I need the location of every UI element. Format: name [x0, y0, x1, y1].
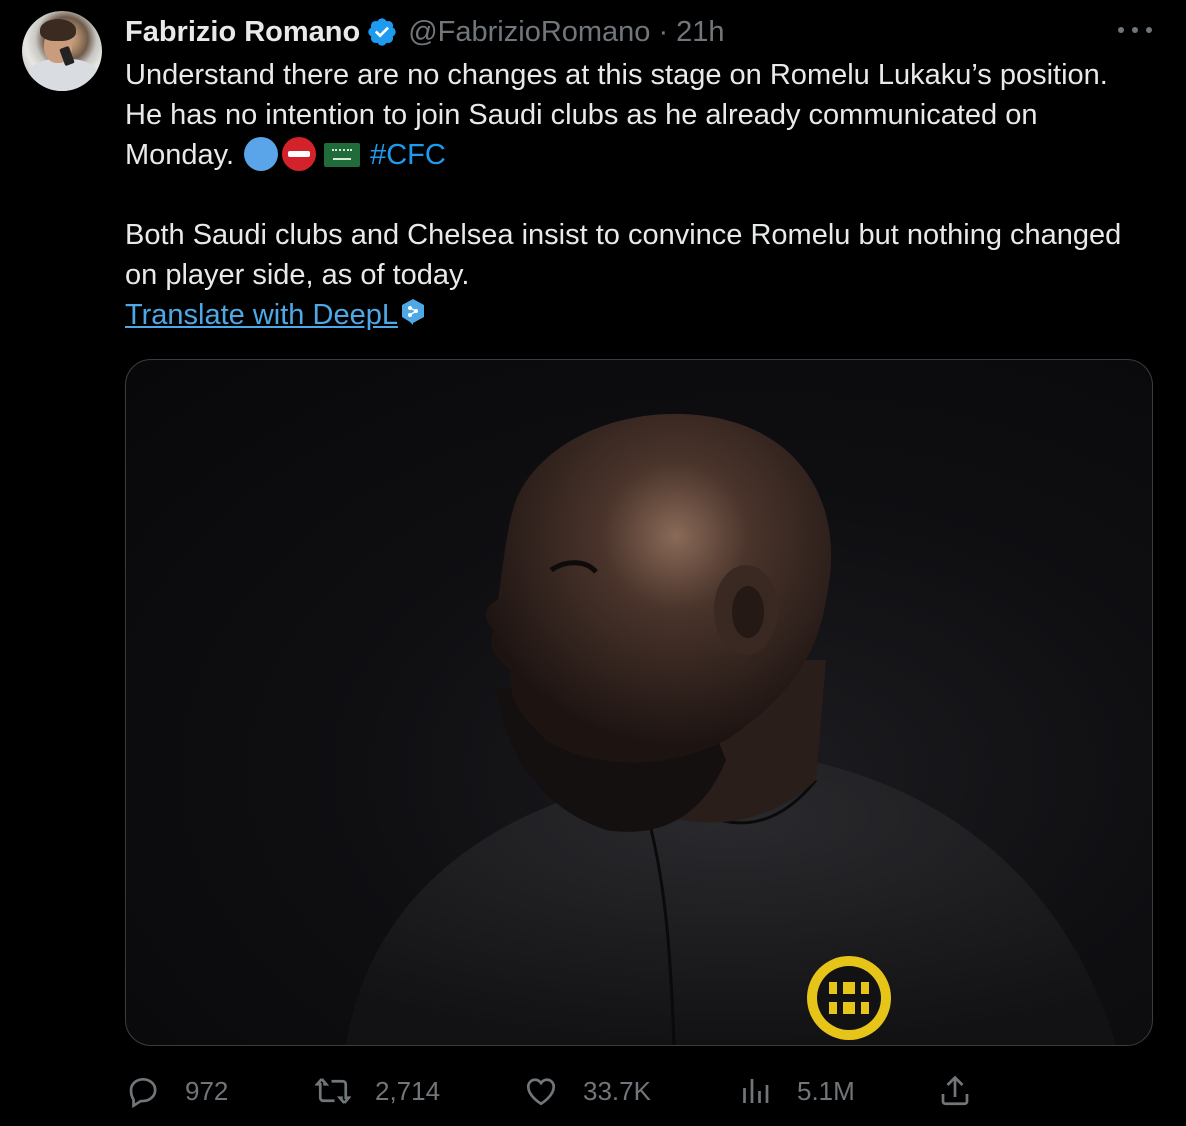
views-count: 5.1M	[797, 1075, 855, 1106]
reply-count: 972	[185, 1075, 229, 1106]
blue-circle-emoji-icon	[244, 137, 279, 171]
avatar[interactable]	[22, 11, 102, 91]
translate-link[interactable]: Translate with DeepL	[125, 299, 398, 331]
tweet-paragraph-2: Both Saudi clubs and Chelsea insist to c…	[125, 219, 1122, 291]
translate-row: Translate with DeepL	[125, 295, 1125, 335]
author-name[interactable]: Fabrizio Romano	[125, 16, 360, 49]
deepl-icon[interactable]	[400, 297, 426, 325]
share-icon	[941, 1075, 969, 1106]
views-icon	[743, 1079, 769, 1103]
tweet-paragraph-1: Understand there are no changes at this …	[125, 55, 1125, 175]
no-entry-emoji-icon	[282, 137, 317, 171]
reply-icon	[129, 1077, 157, 1109]
tweet-media-image[interactable]	[125, 359, 1153, 1046]
tweet: Fabrizio Romano @FabrizioRomano · 21h Un…	[0, 0, 1186, 1126]
tweet-header: Fabrizio Romano @FabrizioRomano · 21h	[125, 14, 725, 50]
separator-dot: ·	[658, 15, 669, 48]
saudi-flag-emoji-icon	[324, 143, 361, 167]
verified-badge-icon	[366, 16, 398, 48]
timestamp[interactable]: 21h	[676, 16, 724, 49]
author-handle[interactable]: @FabrizioRomano	[408, 16, 650, 49]
reply-button[interactable]: 972	[125, 1068, 228, 1114]
like-button[interactable]: 33.7K	[523, 1068, 651, 1114]
views-button[interactable]: 5.1M	[737, 1068, 855, 1114]
like-icon	[526, 1078, 556, 1106]
like-count: 33.7K	[583, 1075, 651, 1106]
tweet-actions: 972 2,714 33.7K 5.1M	[125, 1068, 985, 1114]
more-icon[interactable]	[1118, 22, 1152, 38]
retweet-icon	[315, 1078, 351, 1104]
tweet-text: Understand there are no changes at this …	[125, 55, 1125, 335]
retweet-count: 2,714	[375, 1075, 441, 1106]
retweet-button[interactable]: 2,714	[315, 1068, 440, 1114]
hashtag-link[interactable]: #CFC	[370, 139, 446, 171]
share-button[interactable]	[937, 1068, 973, 1114]
